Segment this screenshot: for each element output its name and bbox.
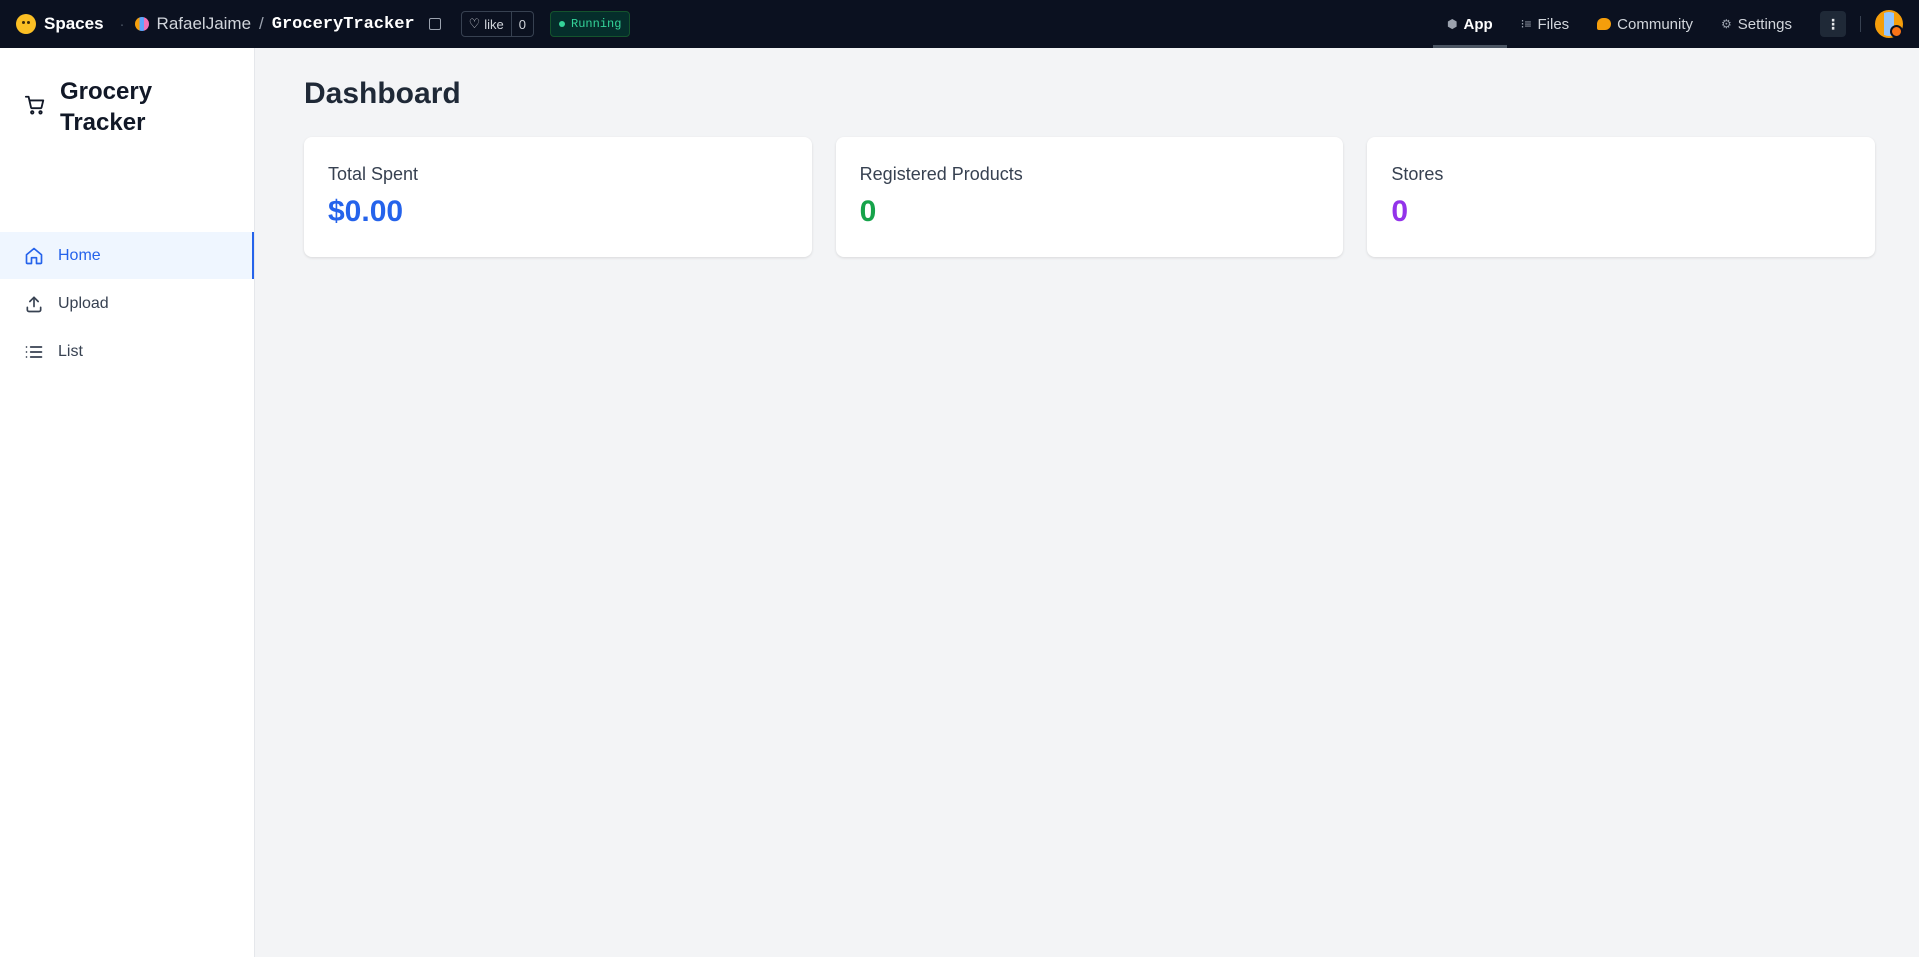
main-content: Dashboard Total Spent $0.00 Registered P… [256,48,1919,957]
sidebar-item-list[interactable]: List [0,328,254,375]
status-badge[interactable]: Running [550,11,631,37]
app-title-line1: Grocery [60,78,153,105]
total-spent-card: Total Spent $0.00 [304,137,812,257]
card-label: Total Spent [328,164,419,184]
like-count[interactable]: 0 [512,17,533,32]
page-title: Dashboard [304,77,461,110]
cube-icon: ⬢ [1447,17,1458,31]
like-button[interactable]: ♡ like 0 [460,11,535,37]
tab-files[interactable]: ⁝≡ Files [1507,0,1584,48]
nav-divider [1860,16,1861,32]
breadcrumb-divider: · [119,15,125,33]
like-label: like [484,16,504,32]
sidebar-menu: Home Upload List [0,232,254,375]
tab-files-label: Files [1537,15,1570,33]
space-nav: ⬢ App ⁝≡ Files Community ⚙ Settings ⋮ [1433,0,1903,48]
sidebar: Grocery Tracker Home Upload List [0,48,255,957]
sidebar-item-label: List [58,342,83,360]
owner-link[interactable]: RafaelJaime [157,14,252,34]
app-brand: Grocery Tracker [0,48,254,183]
tab-settings[interactable]: ⚙ Settings [1707,0,1806,48]
path-separator: / [259,14,264,33]
card-label: Stores [1391,164,1444,184]
user-avatar[interactable] [1875,10,1903,38]
sidebar-item-upload[interactable]: Upload [0,280,254,327]
space-header: Spaces · RafaelJaime / GroceryTracker ♡ … [0,0,1919,48]
tab-settings-label: Settings [1737,15,1792,33]
shopping-cart-icon [24,95,45,115]
copy-icon[interactable] [428,18,441,30]
card-value: 0 [1391,195,1409,228]
repo-name-link[interactable]: GroceryTracker [272,15,415,34]
app-title: Grocery Tracker [60,76,152,138]
hugging-face-logo-icon[interactable] [16,14,36,34]
tab-app-label: App [1463,15,1493,33]
files-icon: ⁝≡ [1520,17,1532,31]
heart-icon: ♡ [468,16,481,31]
sidebar-item-label: Upload [58,294,109,312]
app-title-line2: Tracker [60,109,146,136]
kebab-menu-icon: ⋮ [1826,15,1840,32]
card-value: 0 [859,195,877,228]
space-breadcrumb: Spaces · RafaelJaime / GroceryTracker ♡ … [16,11,631,37]
more-options-button[interactable]: ⋮ [1820,11,1846,37]
tab-community[interactable]: Community [1583,0,1707,48]
registered-products-card: Registered Products 0 [835,137,1344,257]
upload-icon [26,296,42,312]
status-dot-icon [559,21,566,27]
tab-community-label: Community [1617,15,1694,33]
stores-card: Stores 0 [1367,137,1876,257]
stats-cards: Total Spent $0.00 Registered Products 0 … [304,137,1876,257]
gear-icon: ⚙ [1721,17,1732,31]
home-icon [25,247,43,264]
card-label: Registered Products [859,164,1023,184]
tab-app[interactable]: ⬢ App [1433,0,1507,48]
owner-avatar[interactable] [134,17,149,31]
list-icon [25,345,43,358]
spaces-link[interactable]: Spaces [44,14,104,34]
community-icon [1597,18,1612,30]
like-toggle[interactable]: ♡ like [462,12,512,36]
card-value: $0.00 [328,195,404,228]
sidebar-item-label: Home [58,246,101,264]
sidebar-item-home[interactable]: Home [0,232,254,279]
status-text: Running [571,17,622,31]
